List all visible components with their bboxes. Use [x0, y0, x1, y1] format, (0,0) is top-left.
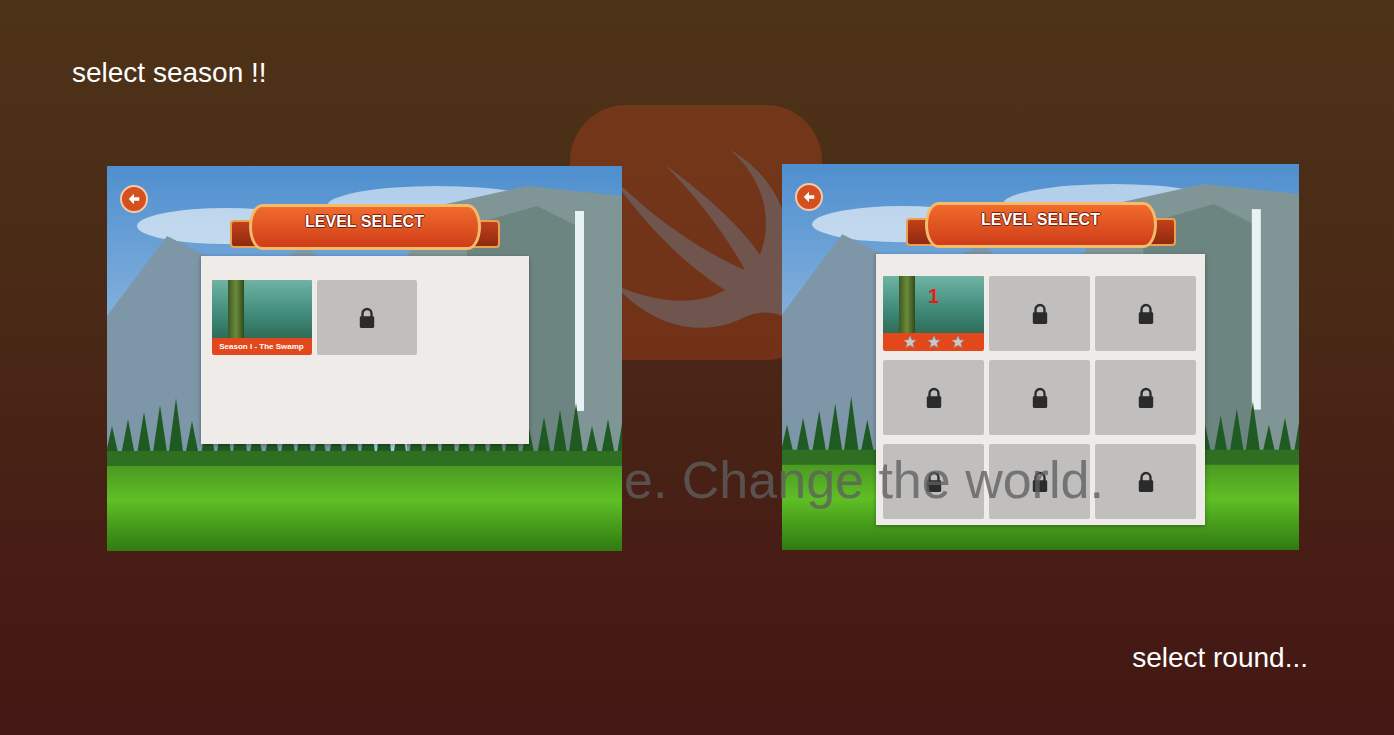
locked-card	[1095, 444, 1196, 519]
star-icon	[903, 335, 917, 349]
watermark-text: e. Change the world.	[624, 450, 1104, 510]
padlock-icon	[1137, 303, 1155, 325]
level-panel: Season I - The Swamp	[201, 256, 529, 444]
title-banner: LEVEL SELECT	[230, 204, 500, 250]
round-number: 1	[928, 276, 939, 333]
round-thumbnail: 1	[883, 276, 984, 333]
padlock-icon	[925, 387, 943, 409]
star-icon	[927, 335, 941, 349]
level-panel: 1	[876, 254, 1205, 525]
season-label: Season I - The Swamp	[212, 338, 312, 355]
slide: select season !! LEVEL SELECT Season I -…	[0, 0, 1394, 735]
round-caption: select round...	[0, 641, 1394, 675]
banner-title: LEVEL SELECT	[925, 202, 1157, 248]
game-screenshot: LEVEL SELECT Season I - The Swamp	[107, 166, 622, 551]
level-select: LEVEL SELECT 1	[782, 164, 1299, 525]
padlock-icon	[1031, 303, 1049, 325]
padlock-icon	[1137, 471, 1155, 493]
banner-title: LEVEL SELECT	[249, 204, 481, 250]
game-screenshot: LEVEL SELECT 1	[782, 164, 1299, 550]
locked-card	[317, 280, 417, 355]
padlock-icon	[358, 307, 376, 329]
padlock-icon	[1031, 387, 1049, 409]
back-button[interactable]	[795, 183, 823, 211]
padlock-icon	[1031, 471, 1049, 493]
back-arrow-icon	[802, 190, 816, 204]
locked-card	[1095, 360, 1196, 435]
star-rating	[883, 333, 984, 351]
locked-card	[989, 444, 1090, 519]
star-icon	[951, 335, 965, 349]
back-button[interactable]	[120, 185, 148, 213]
tree-trunk	[228, 280, 244, 338]
back-arrow-icon	[127, 192, 141, 206]
locked-card	[1095, 276, 1196, 351]
locked-card	[883, 360, 984, 435]
season-thumbnail	[212, 280, 312, 338]
padlock-icon	[1137, 387, 1155, 409]
season-card[interactable]: Season I - The Swamp	[212, 280, 312, 355]
screens-row: LEVEL SELECT Season I - The Swamp LEVEL …	[0, 166, 1394, 551]
title-banner: LEVEL SELECT	[906, 202, 1176, 248]
locked-card	[989, 276, 1090, 351]
level-select: LEVEL SELECT Season I - The Swamp	[107, 166, 622, 444]
tree-trunk	[899, 276, 915, 333]
locked-card	[989, 360, 1090, 435]
locked-card	[883, 444, 984, 519]
season-caption: select season !!	[0, 56, 1394, 90]
padlock-icon	[925, 471, 943, 493]
round-card[interactable]: 1	[883, 276, 984, 351]
